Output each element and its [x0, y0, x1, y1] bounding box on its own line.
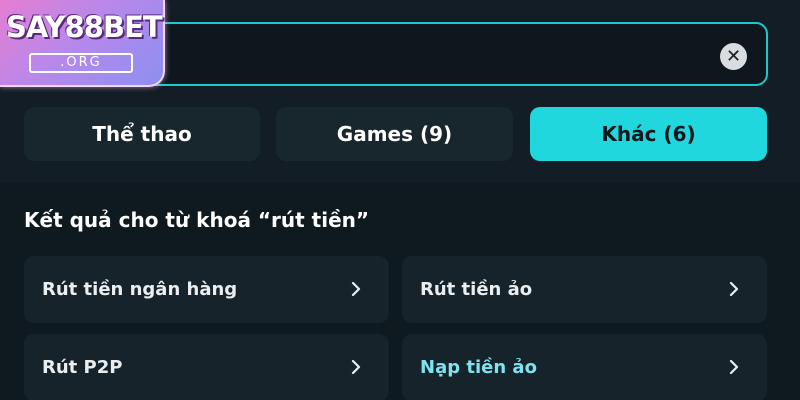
tab-sports[interactable]: Thể thao [24, 107, 260, 161]
tab-games[interactable]: Games (9) [276, 107, 513, 161]
logo-domain: .ORG [29, 53, 133, 73]
result-label: Rút tiền ảo [420, 279, 533, 300]
result-item-deposit-crypto[interactable]: Nạp tiền ảo [402, 334, 767, 400]
result-label: Nạp tiền ảo [420, 357, 537, 378]
result-label: Rút P2P [42, 357, 123, 378]
result-item-withdraw-crypto[interactable]: Rút tiền ảo [402, 256, 767, 323]
chevron-right-icon [729, 282, 739, 296]
result-label: Rút tiền ngân hàng [42, 279, 238, 300]
search-input[interactable]: ✕ [143, 22, 768, 86]
logo-text: SAY88BET [6, 10, 163, 44]
results-title: Kết quả cho từ khoá “rút tiền” [24, 208, 370, 232]
result-item-withdraw-p2p[interactable]: Rút P2P [24, 334, 389, 400]
chevron-right-icon [351, 282, 361, 296]
result-item-withdraw-bank[interactable]: Rút tiền ngân hàng [24, 256, 389, 323]
close-icon[interactable]: ✕ [720, 43, 747, 70]
chevron-right-icon [729, 360, 739, 374]
logo: SAY88BET .ORG [0, 0, 165, 87]
tab-other[interactable]: Khác (6) [530, 107, 767, 161]
chevron-right-icon [351, 360, 361, 374]
